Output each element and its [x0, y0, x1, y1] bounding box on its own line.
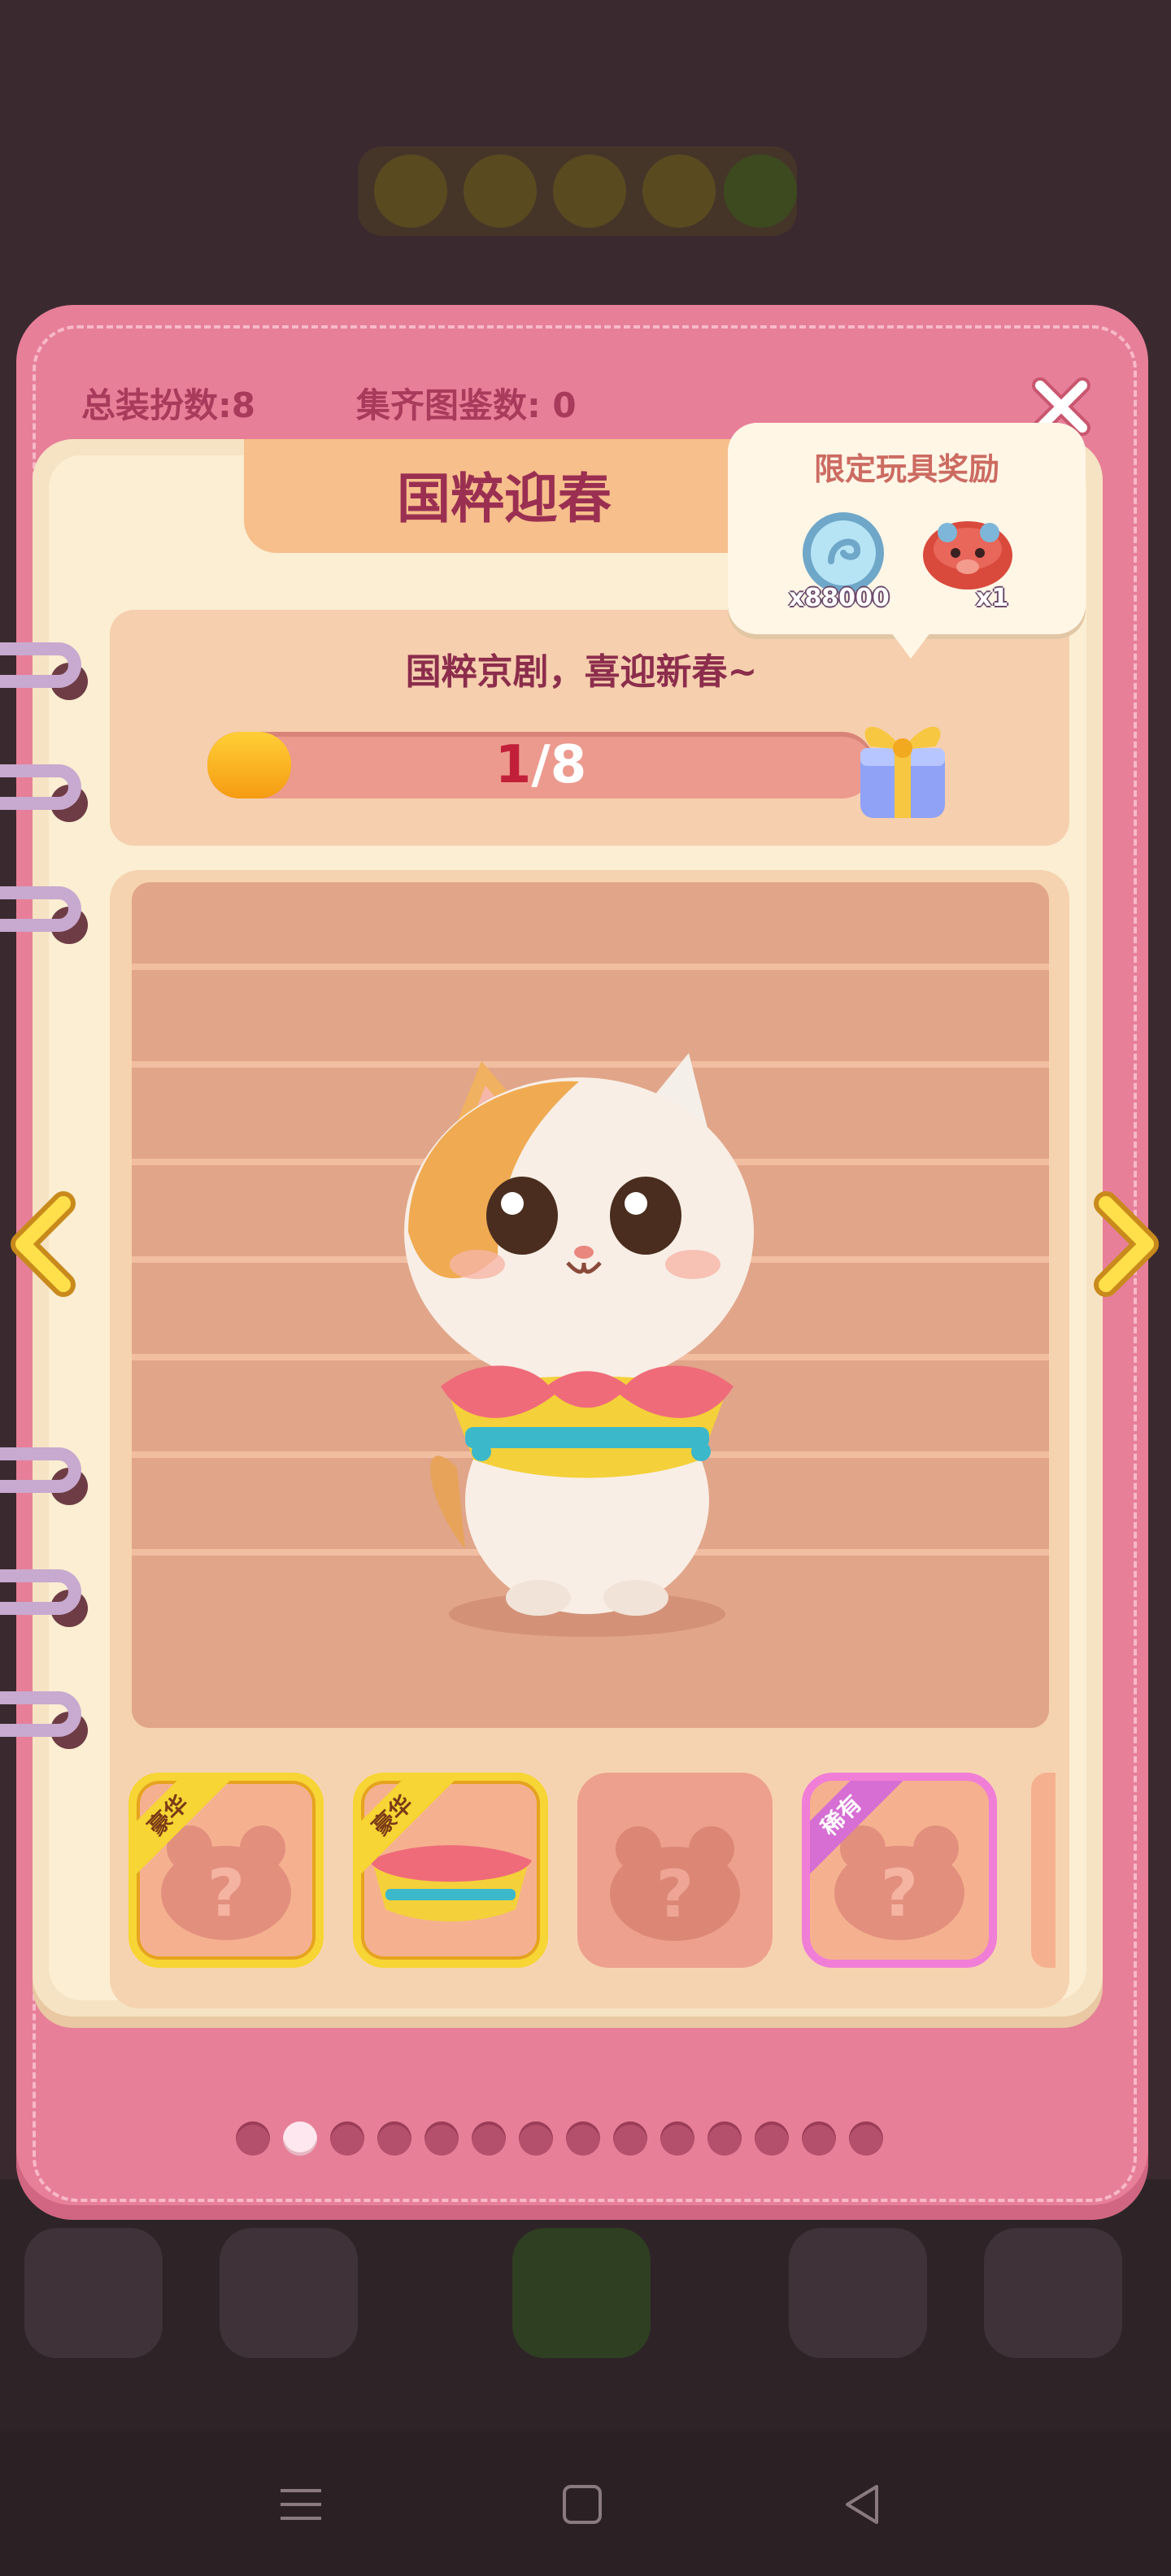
page-dot[interactable]	[236, 2121, 270, 2156]
back-button[interactable]	[829, 2472, 895, 2537]
page-dot[interactable]	[660, 2121, 694, 2156]
page-dot[interactable]	[283, 2121, 317, 2156]
background-dot	[724, 154, 797, 228]
page-dot[interactable]	[566, 2121, 600, 2156]
binder-ring	[0, 1447, 81, 1493]
next-page-button[interactable]	[1090, 1187, 1163, 1301]
page-dot[interactable]	[613, 2121, 647, 2156]
background-dot	[642, 154, 716, 228]
outfit-slot-2[interactable]: 豪华	[353, 1773, 548, 1968]
progress-current: 1	[494, 735, 532, 795]
background-tile	[984, 2228, 1122, 2358]
page-dot[interactable]	[424, 2121, 459, 2156]
chevron-right-icon	[1094, 1191, 1159, 1297]
page-indicator	[236, 2118, 935, 2159]
coin-amount: x88000	[789, 584, 890, 612]
binder-ring	[0, 1569, 81, 1615]
question-bear-icon: ?	[610, 1826, 740, 1942]
gift-box-icon	[860, 726, 945, 818]
background-dot	[553, 154, 626, 228]
page-dot[interactable]	[330, 2121, 364, 2156]
page-title: 国粹迎春	[397, 468, 612, 530]
stage-stripe	[132, 964, 1049, 970]
home-button[interactable]	[550, 2472, 615, 2537]
menu-icon	[281, 2489, 321, 2520]
page-dot[interactable]	[707, 2121, 742, 2156]
toy-amount: x1	[976, 584, 1009, 612]
binder-ring	[0, 1691, 81, 1737]
reward-tooltip-pointer	[886, 626, 935, 659]
back-triangle-icon	[846, 2485, 878, 2524]
binder-ring	[0, 642, 81, 688]
outfit-slot-4[interactable]: ? 稀有	[802, 1773, 997, 1968]
progress-total: /8	[531, 735, 587, 795]
page-dot[interactable]	[802, 2121, 836, 2156]
svg-text:?: ?	[207, 1856, 245, 1931]
background-tile	[220, 2228, 358, 2358]
svg-text:?: ?	[656, 1856, 694, 1932]
page-dot[interactable]	[519, 2121, 553, 2156]
background-tile	[24, 2228, 163, 2358]
collar-outfit-icon	[369, 1845, 532, 1922]
outfit-slot-1[interactable]: ? 豪华	[128, 1773, 324, 1968]
background-tile	[789, 2228, 927, 2358]
svg-text:?: ?	[881, 1856, 918, 1931]
reward-title: 限定玩具奖励	[813, 451, 999, 487]
menu-button[interactable]	[268, 2472, 333, 2537]
page-dot[interactable]	[472, 2121, 506, 2156]
page-dot[interactable]	[849, 2121, 883, 2156]
character-showcase	[132, 882, 1049, 1728]
cat-character	[404, 1053, 754, 1637]
background-dot	[464, 154, 537, 228]
background-tile	[512, 2228, 651, 2358]
binder-ring	[0, 886, 81, 932]
total-outfits-count: 总装扮数:8	[81, 385, 256, 425]
home-square-icon	[563, 2485, 602, 2524]
previous-page-button[interactable]	[7, 1187, 80, 1301]
question-bear-icon: ?	[834, 1825, 964, 1941]
outfit-slot-partial[interactable]	[1031, 1773, 1056, 1968]
page-dot[interactable]	[755, 2121, 789, 2156]
background-dot	[374, 154, 447, 228]
reward-gift-button[interactable]	[846, 699, 960, 821]
question-bear-icon: ?	[161, 1825, 291, 1941]
binder-ring	[0, 764, 81, 810]
collected-atlas-count: 集齐图鉴数: 0	[356, 385, 577, 425]
progress-label: 1/8	[207, 732, 874, 798]
page-dot[interactable]	[377, 2121, 411, 2156]
outfit-slot-3[interactable]: ?	[577, 1773, 773, 1968]
chevron-left-icon	[11, 1191, 76, 1297]
